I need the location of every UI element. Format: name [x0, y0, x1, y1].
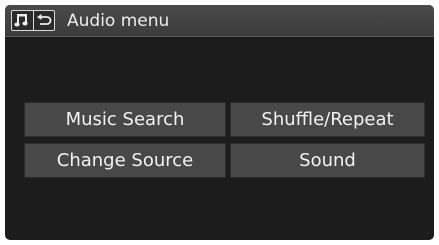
sound-button[interactable]: Sound [230, 143, 425, 178]
music-note-icon [12, 11, 34, 30]
audio-screen: Audio menu Music Search Shuffle/Repeat C… [5, 5, 434, 240]
music-search-button[interactable]: Music Search [24, 102, 226, 137]
shuffle-repeat-button[interactable]: Shuffle/Repeat [230, 102, 425, 137]
change-source-button[interactable]: Change Source [24, 143, 226, 178]
title-bar: Audio menu [5, 5, 434, 37]
page-title: Audio menu [67, 11, 170, 31]
title-icon-group [11, 10, 55, 31]
back-arrow-icon[interactable] [34, 11, 55, 30]
